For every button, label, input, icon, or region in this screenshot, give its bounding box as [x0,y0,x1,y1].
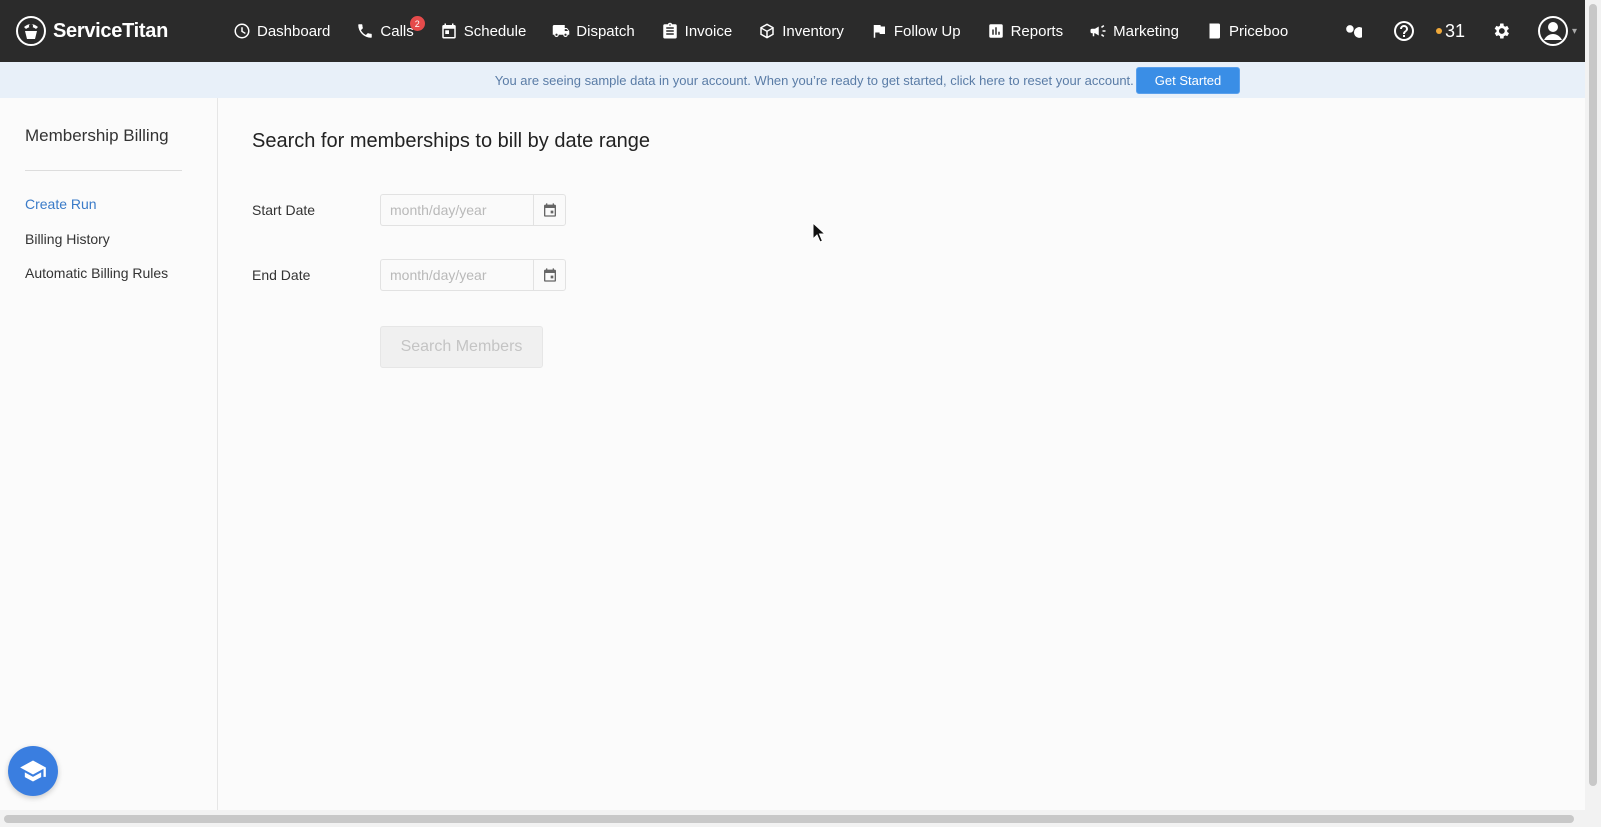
nav-invoice-label: Invoice [684,22,733,40]
user-avatar-icon [1538,16,1569,46]
nav-schedule-label: Schedule [463,22,527,40]
nav-invoice[interactable]: Invoice [648,0,746,62]
sample-data-banner: You are seeing sample data in your accou… [0,62,1585,98]
phone-icon [358,24,373,38]
notification-count-value: 31 [1445,20,1466,41]
nav-schedule[interactable]: Schedule [427,0,540,62]
end-date-field [380,259,566,291]
learning-center-button[interactable] [8,746,58,796]
horizontal-scrollbar-thumb[interactable] [4,815,1574,823]
nav-calls-label: Calls [380,22,414,40]
book-icon [1209,23,1220,39]
sidebar-title: Membership Billing [25,126,169,145]
nav-calls[interactable]: Calls 2 [343,0,426,62]
start-date-calendar-button[interactable] [533,195,565,225]
mouse-cursor-icon [812,222,827,243]
search-icon [1346,25,1362,38]
sidebar-divider [25,170,182,171]
settings-button[interactable] [1489,19,1513,43]
nav-marketing-label: Marketing [1113,22,1179,40]
nav-dispatch-label: Dispatch [576,22,635,40]
chevron-down-icon: ▾ [1572,25,1578,37]
start-date-input[interactable] [381,195,531,225]
nav-follow-up[interactable]: Follow Up [857,0,974,62]
flag-icon [873,25,885,38]
help-icon [1394,21,1414,41]
help-button[interactable] [1392,19,1416,43]
servicetitan-logo-icon [16,16,46,46]
calls-badge: 2 [409,16,425,31]
gear-icon [1494,23,1510,39]
end-date-input[interactable] [381,260,531,290]
vertical-scrollbar-thumb[interactable] [1589,4,1597,786]
clipboard-icon [662,22,677,39]
horizontal-scrollbar[interactable] [0,810,1601,827]
get-started-button[interactable]: Get Started [1135,66,1241,94]
dashboard-icon [234,23,250,39]
nav-reports-label: Reports [1010,22,1064,40]
nav-follow-up-label: Follow Up [893,22,961,40]
brand-name: ServiceTitan [53,19,168,42]
banner-message[interactable]: You are seeing sample data in your accou… [495,73,1134,88]
sidebar: Membership Billing Create Run Billing Hi… [0,98,218,810]
logo[interactable]: ServiceTitan [15,15,220,47]
sidebar-item-create-run[interactable]: Create Run [25,196,97,212]
sidebar-item-automatic-billing-rules[interactable]: Automatic Billing Rules [25,265,168,281]
megaphone-icon [1090,25,1106,37]
nav-dashboard-label: Dashboard [257,22,331,40]
search-members-button[interactable]: Search Members [380,326,543,368]
truck-icon [553,25,570,37]
end-date-label: End Date [252,267,311,283]
nav-dispatch[interactable]: Dispatch [539,0,647,62]
end-date-calendar-button[interactable] [533,260,565,290]
main-content: Search for memberships to bill by date r… [218,98,1585,810]
notification-count[interactable]: 31 [1436,21,1465,42]
nav-pricebook[interactable]: Priceboo [1192,0,1301,62]
top-nav: ServiceTitan Dashboard Calls 2 Schedule … [0,0,1585,62]
nav-inventory[interactable]: Inventory [745,0,857,62]
notification-dot [1436,28,1442,34]
nav-reports[interactable]: Reports [974,0,1077,62]
search-button[interactable] [1340,19,1364,43]
calendar-icon [543,268,556,282]
calendar-icon [543,203,556,217]
start-date-label: Start Date [252,202,316,218]
graduation-cap-icon [20,760,46,782]
nav-pricebook-label: Priceboo [1228,22,1289,40]
vertical-scrollbar[interactable] [1585,0,1601,810]
user-menu[interactable]: ▾ [1537,15,1577,47]
nav-inventory-label: Inventory [782,22,844,40]
nav-dashboard[interactable]: Dashboard [220,0,343,62]
start-date-field [380,194,566,226]
nav-marketing[interactable]: Marketing [1076,0,1192,62]
sidebar-item-billing-history[interactable]: Billing History [25,231,110,247]
box-icon [760,23,774,39]
calendar-icon [441,23,456,39]
bar-chart-icon [988,24,1003,38]
page-title: Search for memberships to bill by date r… [252,130,650,152]
